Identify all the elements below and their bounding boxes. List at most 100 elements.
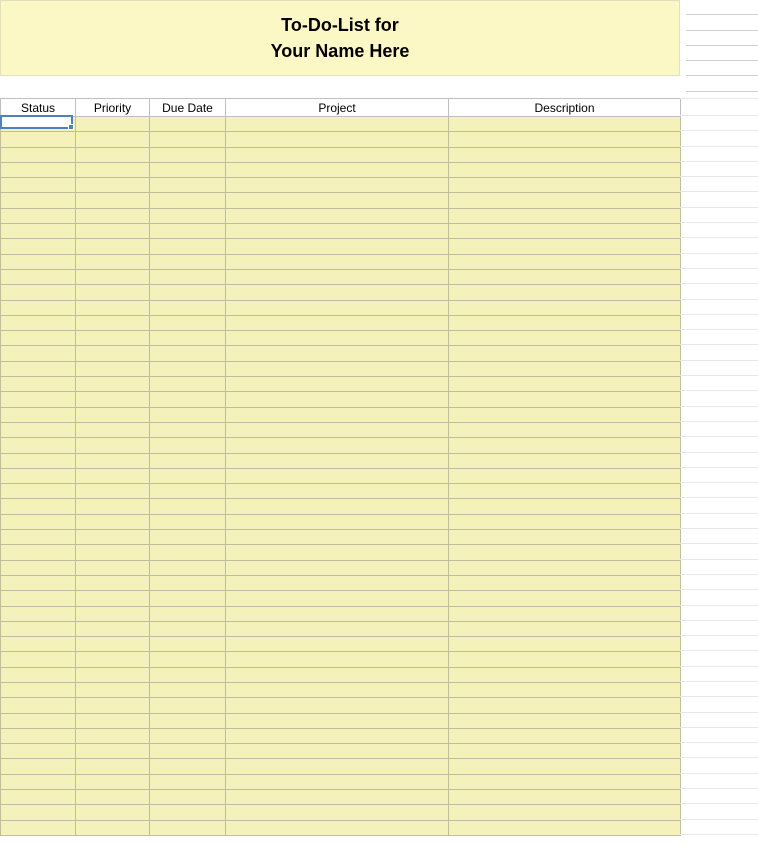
cell[interactable]	[449, 224, 681, 239]
cell[interactable]	[150, 667, 226, 682]
cell[interactable]	[226, 575, 449, 590]
cell[interactable]	[150, 637, 226, 652]
cell[interactable]	[76, 377, 150, 392]
cell[interactable]	[76, 667, 150, 682]
cell[interactable]	[1, 652, 76, 667]
cell[interactable]	[1, 132, 76, 147]
cell[interactable]	[449, 269, 681, 284]
cell[interactable]	[150, 208, 226, 223]
cell[interactable]	[76, 285, 150, 300]
cell[interactable]	[76, 759, 150, 774]
cell[interactable]	[1, 667, 76, 682]
cell[interactable]	[449, 652, 681, 667]
cell[interactable]	[150, 285, 226, 300]
cell[interactable]	[76, 545, 150, 560]
cell[interactable]	[150, 621, 226, 636]
cell[interactable]	[449, 132, 681, 147]
cell[interactable]	[150, 361, 226, 376]
cell[interactable]	[76, 790, 150, 805]
cell[interactable]	[449, 392, 681, 407]
cell[interactable]	[449, 805, 681, 820]
cell[interactable]	[150, 468, 226, 483]
cell[interactable]	[226, 331, 449, 346]
cell[interactable]	[150, 117, 226, 132]
cell[interactable]	[150, 790, 226, 805]
cell[interactable]	[449, 300, 681, 315]
cell[interactable]	[226, 162, 449, 177]
cell[interactable]	[226, 560, 449, 575]
cell[interactable]	[226, 652, 449, 667]
cell[interactable]	[449, 285, 681, 300]
cell[interactable]	[226, 239, 449, 254]
cell[interactable]	[76, 453, 150, 468]
cell[interactable]	[1, 575, 76, 590]
cell[interactable]	[449, 728, 681, 743]
cell[interactable]	[150, 331, 226, 346]
cell[interactable]	[1, 377, 76, 392]
cell[interactable]	[226, 698, 449, 713]
cell[interactable]	[1, 698, 76, 713]
cell[interactable]	[150, 254, 226, 269]
cell[interactable]	[449, 315, 681, 330]
cell[interactable]	[226, 591, 449, 606]
cell[interactable]	[150, 269, 226, 284]
cell[interactable]	[449, 744, 681, 759]
cell[interactable]	[76, 407, 150, 422]
cell[interactable]	[449, 530, 681, 545]
cell[interactable]	[1, 468, 76, 483]
cell[interactable]	[226, 315, 449, 330]
cell[interactable]	[76, 514, 150, 529]
cell[interactable]	[150, 744, 226, 759]
cell[interactable]	[1, 621, 76, 636]
cell[interactable]	[1, 162, 76, 177]
cell[interactable]	[1, 591, 76, 606]
cell[interactable]	[226, 468, 449, 483]
cell[interactable]	[76, 744, 150, 759]
cell[interactable]	[1, 346, 76, 361]
cell[interactable]	[1, 208, 76, 223]
cell[interactable]	[449, 514, 681, 529]
cell[interactable]	[1, 484, 76, 499]
cell[interactable]	[76, 208, 150, 223]
cell[interactable]	[1, 682, 76, 697]
cell[interactable]	[150, 422, 226, 437]
cell[interactable]	[150, 499, 226, 514]
cell[interactable]	[1, 254, 76, 269]
cell[interactable]	[76, 499, 150, 514]
cell[interactable]	[1, 147, 76, 162]
cell[interactable]	[1, 790, 76, 805]
cell[interactable]	[150, 377, 226, 392]
cell[interactable]	[150, 805, 226, 820]
cell[interactable]	[1, 530, 76, 545]
cell[interactable]	[226, 774, 449, 789]
cell[interactable]	[226, 514, 449, 529]
cell[interactable]	[150, 774, 226, 789]
cell[interactable]	[226, 147, 449, 162]
cell[interactable]	[76, 652, 150, 667]
cell[interactable]	[76, 575, 150, 590]
cell[interactable]	[76, 147, 150, 162]
cell[interactable]	[226, 499, 449, 514]
cell[interactable]	[76, 422, 150, 437]
cell[interactable]	[226, 269, 449, 284]
cell[interactable]	[76, 606, 150, 621]
cell[interactable]	[150, 530, 226, 545]
cell[interactable]	[449, 422, 681, 437]
cell[interactable]	[226, 545, 449, 560]
cell[interactable]	[226, 820, 449, 835]
cell[interactable]	[449, 682, 681, 697]
cell[interactable]	[226, 790, 449, 805]
cell[interactable]	[226, 621, 449, 636]
cell[interactable]	[76, 805, 150, 820]
cell[interactable]	[1, 300, 76, 315]
cell[interactable]	[226, 193, 449, 208]
cell[interactable]	[76, 484, 150, 499]
cell[interactable]	[150, 178, 226, 193]
cell[interactable]	[76, 591, 150, 606]
col-header-priority[interactable]: Priority	[76, 99, 150, 117]
cell[interactable]	[1, 744, 76, 759]
cell[interactable]	[449, 575, 681, 590]
cell[interactable]	[76, 117, 150, 132]
cell[interactable]	[226, 682, 449, 697]
cell[interactable]	[150, 820, 226, 835]
